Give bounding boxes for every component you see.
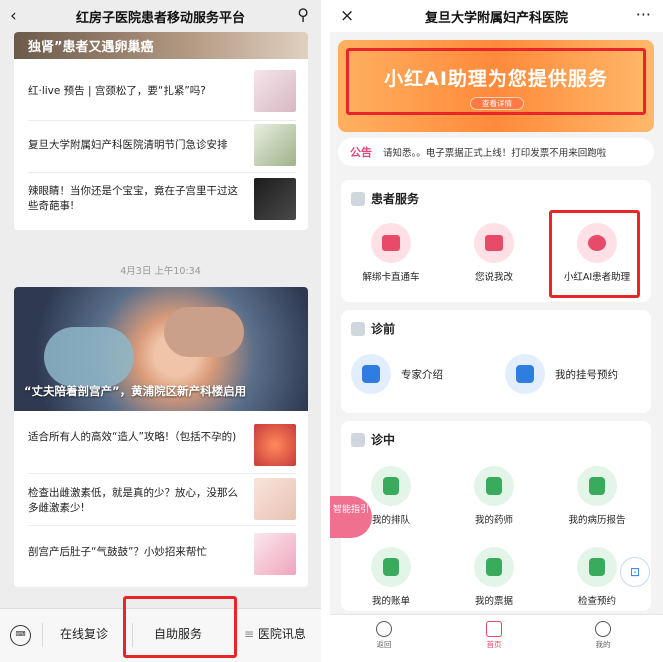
hero-figure	[44, 327, 134, 387]
right-panel: × 复旦大学附属妇产科医院 ··· 小红AI助理为您提供服务 查看详情 公告 请…	[330, 0, 663, 662]
service-my-receipt[interactable]: 我的票据	[444, 547, 544, 607]
panel-divider	[321, 0, 330, 662]
left-header: ‹ 红房子医院患者移动服务平台 ⚲	[0, 0, 321, 32]
service-unbind-card[interactable]: 解绑卡直通车	[341, 223, 441, 283]
tab-home[interactable]: 首页	[464, 621, 524, 650]
tab-back[interactable]: 返回	[354, 621, 414, 650]
article-banner-title: 独肾”患者又遇卵巢癌	[28, 40, 154, 55]
menu-list-icon: ≡	[244, 627, 258, 641]
back-icon[interactable]: ‹	[10, 6, 17, 26]
article-thumbnail-5	[254, 478, 296, 520]
section-header: 诊前	[351, 320, 395, 337]
notice-text: 请知悉。。电子票据正式上线！打印发票不用来回跑啦	[383, 148, 607, 159]
profile-icon[interactable]: ⚲	[297, 5, 309, 24]
service-label: 检查预约	[577, 596, 616, 607]
report-icon	[577, 466, 617, 506]
service-expert-intro[interactable]: 专家介绍	[351, 354, 443, 394]
article-thumbnail-4	[254, 424, 296, 466]
bottom-tab-bar: 返回 首页 我的	[330, 614, 663, 662]
article-item-1[interactable]: 红·live 预告 | 宫颈松了，要“扎紧”吗?	[28, 84, 248, 99]
more-icon[interactable]: ···	[636, 5, 651, 24]
service-label: 专家介绍	[401, 368, 443, 381]
menu-online-revisit[interactable]: 在线复诊	[60, 625, 108, 642]
right-page-title: 复旦大学附属妇产科医院	[424, 10, 568, 26]
heart-hand-icon	[351, 191, 365, 206]
left-page-title: 红房子医院患者移动服务平台	[75, 10, 245, 26]
article-item-3[interactable]: 辣眼睛！当你还是个宝宝，竟在子宫里干过这些奇葩事!	[28, 184, 248, 214]
user-icon	[595, 621, 611, 637]
divider	[28, 525, 296, 526]
service-label: 我的药师	[474, 515, 513, 526]
queue-icon	[371, 466, 411, 506]
service-appointment[interactable]: 我的挂号预约	[505, 354, 618, 394]
hero-figure	[164, 307, 244, 357]
clock-icon	[577, 547, 617, 587]
service-label: 我的票据	[474, 596, 513, 607]
service-label: 解绑卡直通车	[362, 272, 420, 283]
divider	[42, 623, 43, 647]
left-panel: ‹ 红房子医院患者移动服务平台 ⚲ 独肾”患者又遇卵巢癌 红·live 预告 |…	[0, 0, 321, 662]
pre-diagnosis-section: 诊前 专家介绍 我的挂号预约	[341, 310, 651, 413]
home-icon	[486, 621, 502, 637]
pharmacist-icon	[474, 466, 514, 506]
service-feedback[interactable]: 您说我改	[444, 223, 544, 283]
section-header: 诊中	[351, 431, 395, 448]
bill-icon	[371, 547, 411, 587]
service-label: 您说我改	[474, 272, 513, 283]
article-item-2[interactable]: 复旦大学附属妇产科医院清明节门急诊安排	[28, 138, 248, 153]
article-thumbnail-6	[254, 533, 296, 575]
message-timestamp: 4月3日 上午10:34	[120, 266, 201, 277]
medkit-icon	[351, 321, 365, 336]
chat-icon	[474, 223, 514, 263]
doctor-icon	[351, 354, 391, 394]
close-icon[interactable]: ×	[340, 6, 354, 26]
notice-bar[interactable]: 公告 请知悉。。电子票据正式上线！打印发票不用来回跑啦	[338, 138, 654, 166]
article-thumbnail-3	[254, 178, 296, 220]
keyboard-icon[interactable]: ⌨	[10, 625, 31, 646]
service-my-bill[interactable]: 我的账单	[341, 547, 441, 607]
calendar-icon	[505, 354, 545, 394]
article-banner[interactable]: 独肾”患者又遇卵巢癌	[14, 32, 308, 59]
service-medical-report[interactable]: 我的病历报告	[547, 466, 647, 526]
service-label: 我的病历报告	[568, 515, 626, 526]
section-title: 患者服务	[371, 192, 420, 206]
smart-guide-tab[interactable]: 智能指引	[330, 496, 372, 538]
article-item-5[interactable]: 检查出雌激素低，就是真的少？放心，没那么多雌激素少!	[28, 486, 248, 516]
highlight-box	[549, 210, 640, 298]
section-title: 诊中	[371, 433, 396, 447]
service-label: 我的挂号预约	[555, 368, 618, 381]
scan-icon[interactable]: ⊡	[620, 557, 650, 587]
article-thumbnail-2	[254, 124, 296, 166]
divider	[28, 172, 296, 173]
tab-label: 首页	[486, 640, 502, 649]
tab-label: 返回	[376, 640, 392, 649]
article-item-6[interactable]: 剖宫产后肚子“气鼓鼓”？小妙招来帮忙	[28, 545, 248, 560]
article-group-1: 独肾”患者又遇卵巢癌 红·live 预告 | 宫颈松了，要“扎紧”吗? 复旦大学…	[14, 32, 308, 230]
article-group-2: “丈夫陪着剖宫产”，黄浦院区新产科楼启用 适合所有人的高效“造人”攻略!（包括不…	[14, 287, 308, 587]
tab-profile[interactable]: 我的	[573, 621, 633, 650]
back-icon	[376, 621, 392, 637]
receipt-icon	[474, 547, 514, 587]
in-diagnosis-section: 诊中 我的排队 我的药师 我的病历报告 我的账单 我的票据 检查预约	[341, 421, 651, 611]
hero-image[interactable]: “丈夫陪着剖宫产”，黄浦院区新产科楼启用	[14, 287, 308, 411]
card-icon	[371, 223, 411, 263]
section-header: 患者服务	[351, 190, 419, 207]
right-header: × 复旦大学附属妇产科医院 ···	[330, 0, 663, 32]
notice-tag: 公告	[350, 146, 372, 159]
divider	[28, 120, 296, 121]
tab-label: 我的	[595, 640, 611, 649]
menu-hospital-news[interactable]: ≡ 医院讯息	[244, 625, 306, 642]
divider	[28, 473, 296, 474]
service-my-pharmacist[interactable]: 我的药师	[444, 466, 544, 526]
article-thumbnail-1	[254, 70, 296, 112]
section-title: 诊前	[371, 322, 396, 336]
article-item-4[interactable]: 适合所有人的高效“造人”攻略!（包括不孕的)	[28, 430, 248, 445]
menu-hospital-news-label: 医院讯息	[257, 627, 306, 641]
hero-title: “丈夫陪着剖宫产”，黄浦院区新产科楼启用	[24, 384, 247, 398]
service-label: 我的账单	[371, 596, 410, 607]
stethoscope-icon	[351, 432, 365, 447]
highlight-box	[346, 48, 646, 115]
highlight-box	[123, 596, 237, 658]
